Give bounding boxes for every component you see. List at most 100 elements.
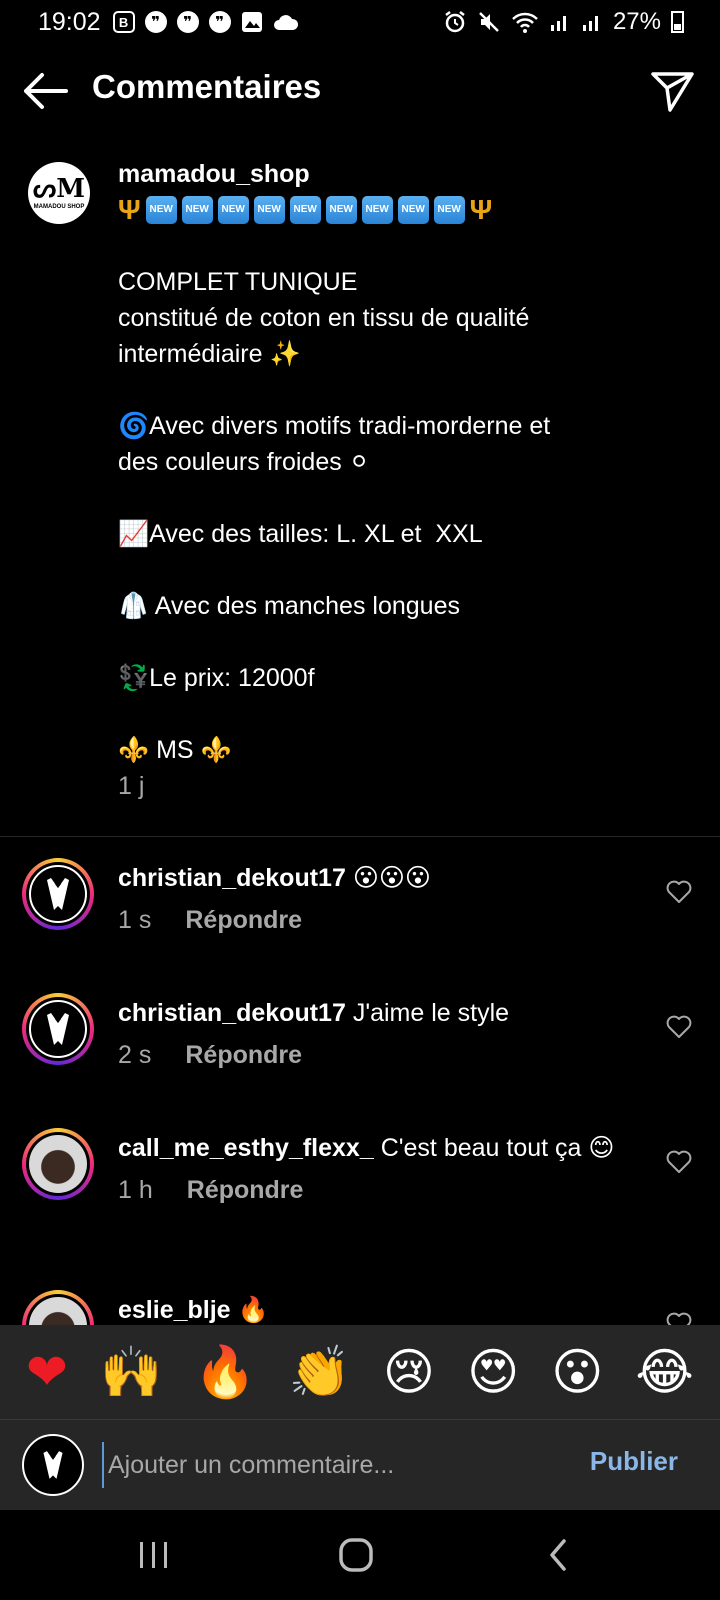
back-arrow-icon[interactable] <box>22 70 68 112</box>
comment-text: christian_dekout17 J'aime le style 2 s R… <box>118 995 638 1073</box>
mute-icon <box>479 12 499 32</box>
new-badge: NEW <box>397 196 429 224</box>
new-badge: NEW <box>325 196 357 224</box>
caption-time: 1 j <box>118 772 145 800</box>
caption-line: constitué de coton en tissu de qualité <box>118 304 530 332</box>
new-badge: NEW <box>181 196 213 224</box>
emoji-laugh-button[interactable]: 😂 <box>635 1347 693 1397</box>
emoji-raised-hands-button[interactable]: 🙌 <box>100 1347 162 1397</box>
header: Commentaires <box>0 56 720 126</box>
comment-time: 1 s <box>118 906 152 934</box>
profile-photo <box>29 1297 87 1325</box>
new-badge: NEW <box>217 196 249 224</box>
caption-line: 🥼 Avec des manches longues <box>118 592 460 620</box>
commenter-avatar[interactable] <box>22 1290 94 1325</box>
like-heart-icon[interactable] <box>666 1015 692 1039</box>
home-button[interactable] <box>326 1532 386 1578</box>
alarm-icon <box>445 11 465 33</box>
comment-username[interactable]: eslie_blje <box>118 1296 231 1324</box>
status-bar: 19:02 B ❞ ❞ ❞ 27% <box>0 0 720 44</box>
commenter-avatar[interactable] <box>22 1128 94 1200</box>
profile-photo <box>29 1135 87 1193</box>
commenter-avatar[interactable] <box>22 858 94 930</box>
caption-line: 🌀Avec divers motifs tradi-morderne et <box>118 412 551 440</box>
comment-username[interactable]: call_me_esthy_flexx_ <box>118 1134 374 1162</box>
home-icon <box>339 1538 373 1572</box>
new-badge: NEW <box>433 196 465 224</box>
commenter-avatar[interactable] <box>22 993 94 1065</box>
comment-username[interactable]: christian_dekout17 <box>118 864 346 892</box>
comment-text: call_me_esthy_flexx_ C'est beau tout ça … <box>118 1130 638 1208</box>
page-title: Commentaires <box>92 68 322 105</box>
emoji-heart-button[interactable]: ❤ <box>26 1347 68 1397</box>
cloud-icon <box>273 15 298 30</box>
comment: eslie_blje 🔥 <box>0 1290 720 1325</box>
my-avatar <box>22 1434 84 1496</box>
notification-icons: B ❞ ❞ ❞ <box>112 11 299 33</box>
quote-notification-icon: ❞ <box>208 11 231 33</box>
reply-button[interactable]: Répondre <box>185 902 302 938</box>
app-notification-icon: B <box>112 11 135 33</box>
wifi-icon <box>512 12 538 33</box>
new-badge: NEW <box>253 196 285 224</box>
like-heart-icon[interactable] <box>666 1150 692 1174</box>
comment-username[interactable]: christian_dekout17 <box>118 999 346 1027</box>
tuxedo-logo-icon <box>47 878 69 910</box>
quote-notification-icon: ❞ <box>176 11 199 33</box>
like-heart-icon[interactable] <box>666 1312 692 1325</box>
caption-username[interactable]: mamadou_shop <box>118 156 698 192</box>
emoji-heart-eyes-button[interactable]: 😍 <box>467 1347 519 1397</box>
caption-line: 📈Avec des tailles: L. XL et XXL <box>118 520 483 548</box>
emoji-surprised-button[interactable]: 😮 <box>551 1347 603 1397</box>
caption-line: des couleurs froides ⚪ <box>118 448 370 476</box>
caption-line: 💱Le prix: 12000f <box>118 664 315 692</box>
trident-icon: Ψ <box>118 194 141 225</box>
quote-notification-icon: ❞ <box>144 11 167 33</box>
comment-body: 😮😮😮 <box>352 864 431 892</box>
caption-line: intermédiaire ✨ <box>118 340 301 368</box>
signal-icon <box>582 16 598 31</box>
comment-body: J'aime le style <box>352 999 510 1027</box>
reply-button[interactable]: Répondre <box>187 1172 304 1208</box>
comment-time: 1 h <box>118 1176 153 1204</box>
comment-body: C'est beau tout ça 😊 <box>380 1134 615 1162</box>
caption-line: ⚜️ MS ⚜️ <box>118 736 232 764</box>
recent-apps-icon <box>140 1542 167 1568</box>
send-icon[interactable] <box>650 68 696 114</box>
caption-body: mamadou_shop Ψ NEW NEW NEW NEW NEW NEW N… <box>118 156 698 804</box>
caption-line: COMPLET TUNIQUE <box>118 268 358 296</box>
signal-icon <box>550 16 566 31</box>
emoji-clap-button[interactable]: 👏 <box>289 1347 351 1397</box>
tuxedo-logo-icon <box>43 1451 63 1479</box>
status-time: 19:02 <box>38 7 101 36</box>
new-badge: NEW <box>361 196 393 224</box>
comment-time: 2 s <box>118 1041 152 1069</box>
emoji-cry-button[interactable]: 😢 <box>383 1347 435 1397</box>
gallery-icon <box>241 12 262 32</box>
new-badge: NEW <box>145 196 177 224</box>
new-badge: NEW <box>289 196 321 224</box>
emoji-reaction-bar: ❤ 🙌 🔥 👏 😢 😍 😮 😂 <box>0 1325 720 1419</box>
publish-button[interactable]: Publier <box>590 1446 678 1477</box>
comment-input[interactable] <box>102 1442 542 1488</box>
comment-input-row: Publier <box>0 1420 720 1510</box>
new-badges-row: Ψ NEW NEW NEW NEW NEW NEW NEW NEW NEW Ψ <box>118 192 698 228</box>
back-chevron-icon <box>550 1539 566 1571</box>
comment-text: eslie_blje 🔥 <box>118 1292 638 1325</box>
trident-icon: Ψ <box>469 194 493 225</box>
recent-apps-button[interactable] <box>124 1532 184 1578</box>
shop-logo-text: MAMADOU SHOP <box>33 204 85 210</box>
back-button[interactable] <box>528 1532 588 1578</box>
system-nav-bar <box>0 1510 720 1600</box>
reply-button[interactable]: Répondre <box>185 1037 302 1073</box>
battery-icon <box>671 11 684 33</box>
comment-text: christian_dekout17 😮😮😮 1 s Répondre <box>118 860 638 938</box>
divider <box>0 836 720 837</box>
comment-body: 🔥 <box>237 1296 269 1324</box>
emoji-fire-button[interactable]: 🔥 <box>194 1347 256 1397</box>
tuxedo-logo-icon <box>47 1013 69 1045</box>
system-icons: 27% <box>443 8 684 36</box>
shop-avatar[interactable]: ᔕM MAMADOU SHOP <box>28 162 90 224</box>
shop-logo-icon: ᔕM <box>33 174 85 204</box>
like-heart-icon[interactable] <box>666 880 692 904</box>
